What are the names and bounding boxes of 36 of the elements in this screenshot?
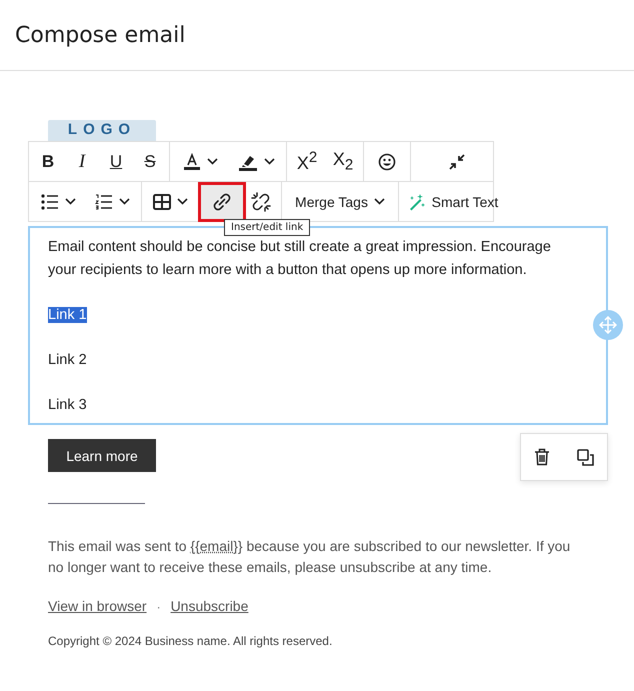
text-color-icon	[182, 152, 200, 170]
collapse-icon	[449, 154, 465, 170]
learn-more-button[interactable]: Learn more	[48, 439, 156, 472]
unsubscribe-link[interactable]: Unsubscribe	[170, 598, 248, 616]
delete-icon[interactable]	[534, 448, 550, 466]
broken-link-icon	[251, 192, 271, 212]
caret-icon	[64, 198, 76, 205]
caret-icon	[264, 158, 274, 165]
caret-icon	[118, 198, 130, 205]
link-text[interactable]: Link 3	[48, 397, 87, 413]
move-handle-icon[interactable]	[593, 310, 623, 340]
magic-wand-icon	[408, 192, 426, 210]
link-button[interactable]	[201, 184, 243, 218]
link-text[interactable]: Link 1	[48, 307, 87, 323]
link-icon	[213, 192, 231, 210]
table-icon	[152, 194, 170, 210]
caret-icon	[176, 198, 188, 205]
numbered-list-icon	[94, 194, 112, 210]
script-button[interactable]: X$_{2}$	[325, 144, 361, 178]
footer-notice: This email was sent to {{email}} because you are subscribed to our newsletter. If you no longer want to receive these emails, please unsubscribe at any time.	[48, 537, 572, 577]
caret-icon	[206, 158, 218, 165]
copyright-text: Copyright © 2024 Business name. All rights reserved.	[48, 634, 334, 648]
view-in-browser-link[interactable]: View in browser	[48, 598, 147, 616]
smart-text-button[interactable]: Smart Text	[401, 184, 505, 218]
tooltip: Insert/edit link	[224, 219, 310, 236]
bullet-list-icon	[40, 194, 58, 210]
email-merge-tag-link[interactable]: {{email}}	[190, 538, 243, 554]
duplicate-icon[interactable]	[576, 448, 594, 466]
merge-tags-menu[interactable]: Merge Tags	[284, 184, 396, 218]
caret-icon	[374, 198, 385, 205]
link-text[interactable]: Link 2	[48, 352, 87, 368]
body-paragraph: Email content should be concise but still create a great impression. Encourage your recipients to learn more with a button that opens up more information.	[48, 238, 552, 280]
script-button[interactable]: X$^{2}$	[289, 144, 325, 178]
separator: ·	[156, 599, 161, 616]
page-title: Compose email	[15, 22, 186, 48]
smiley-icon	[378, 152, 396, 170]
